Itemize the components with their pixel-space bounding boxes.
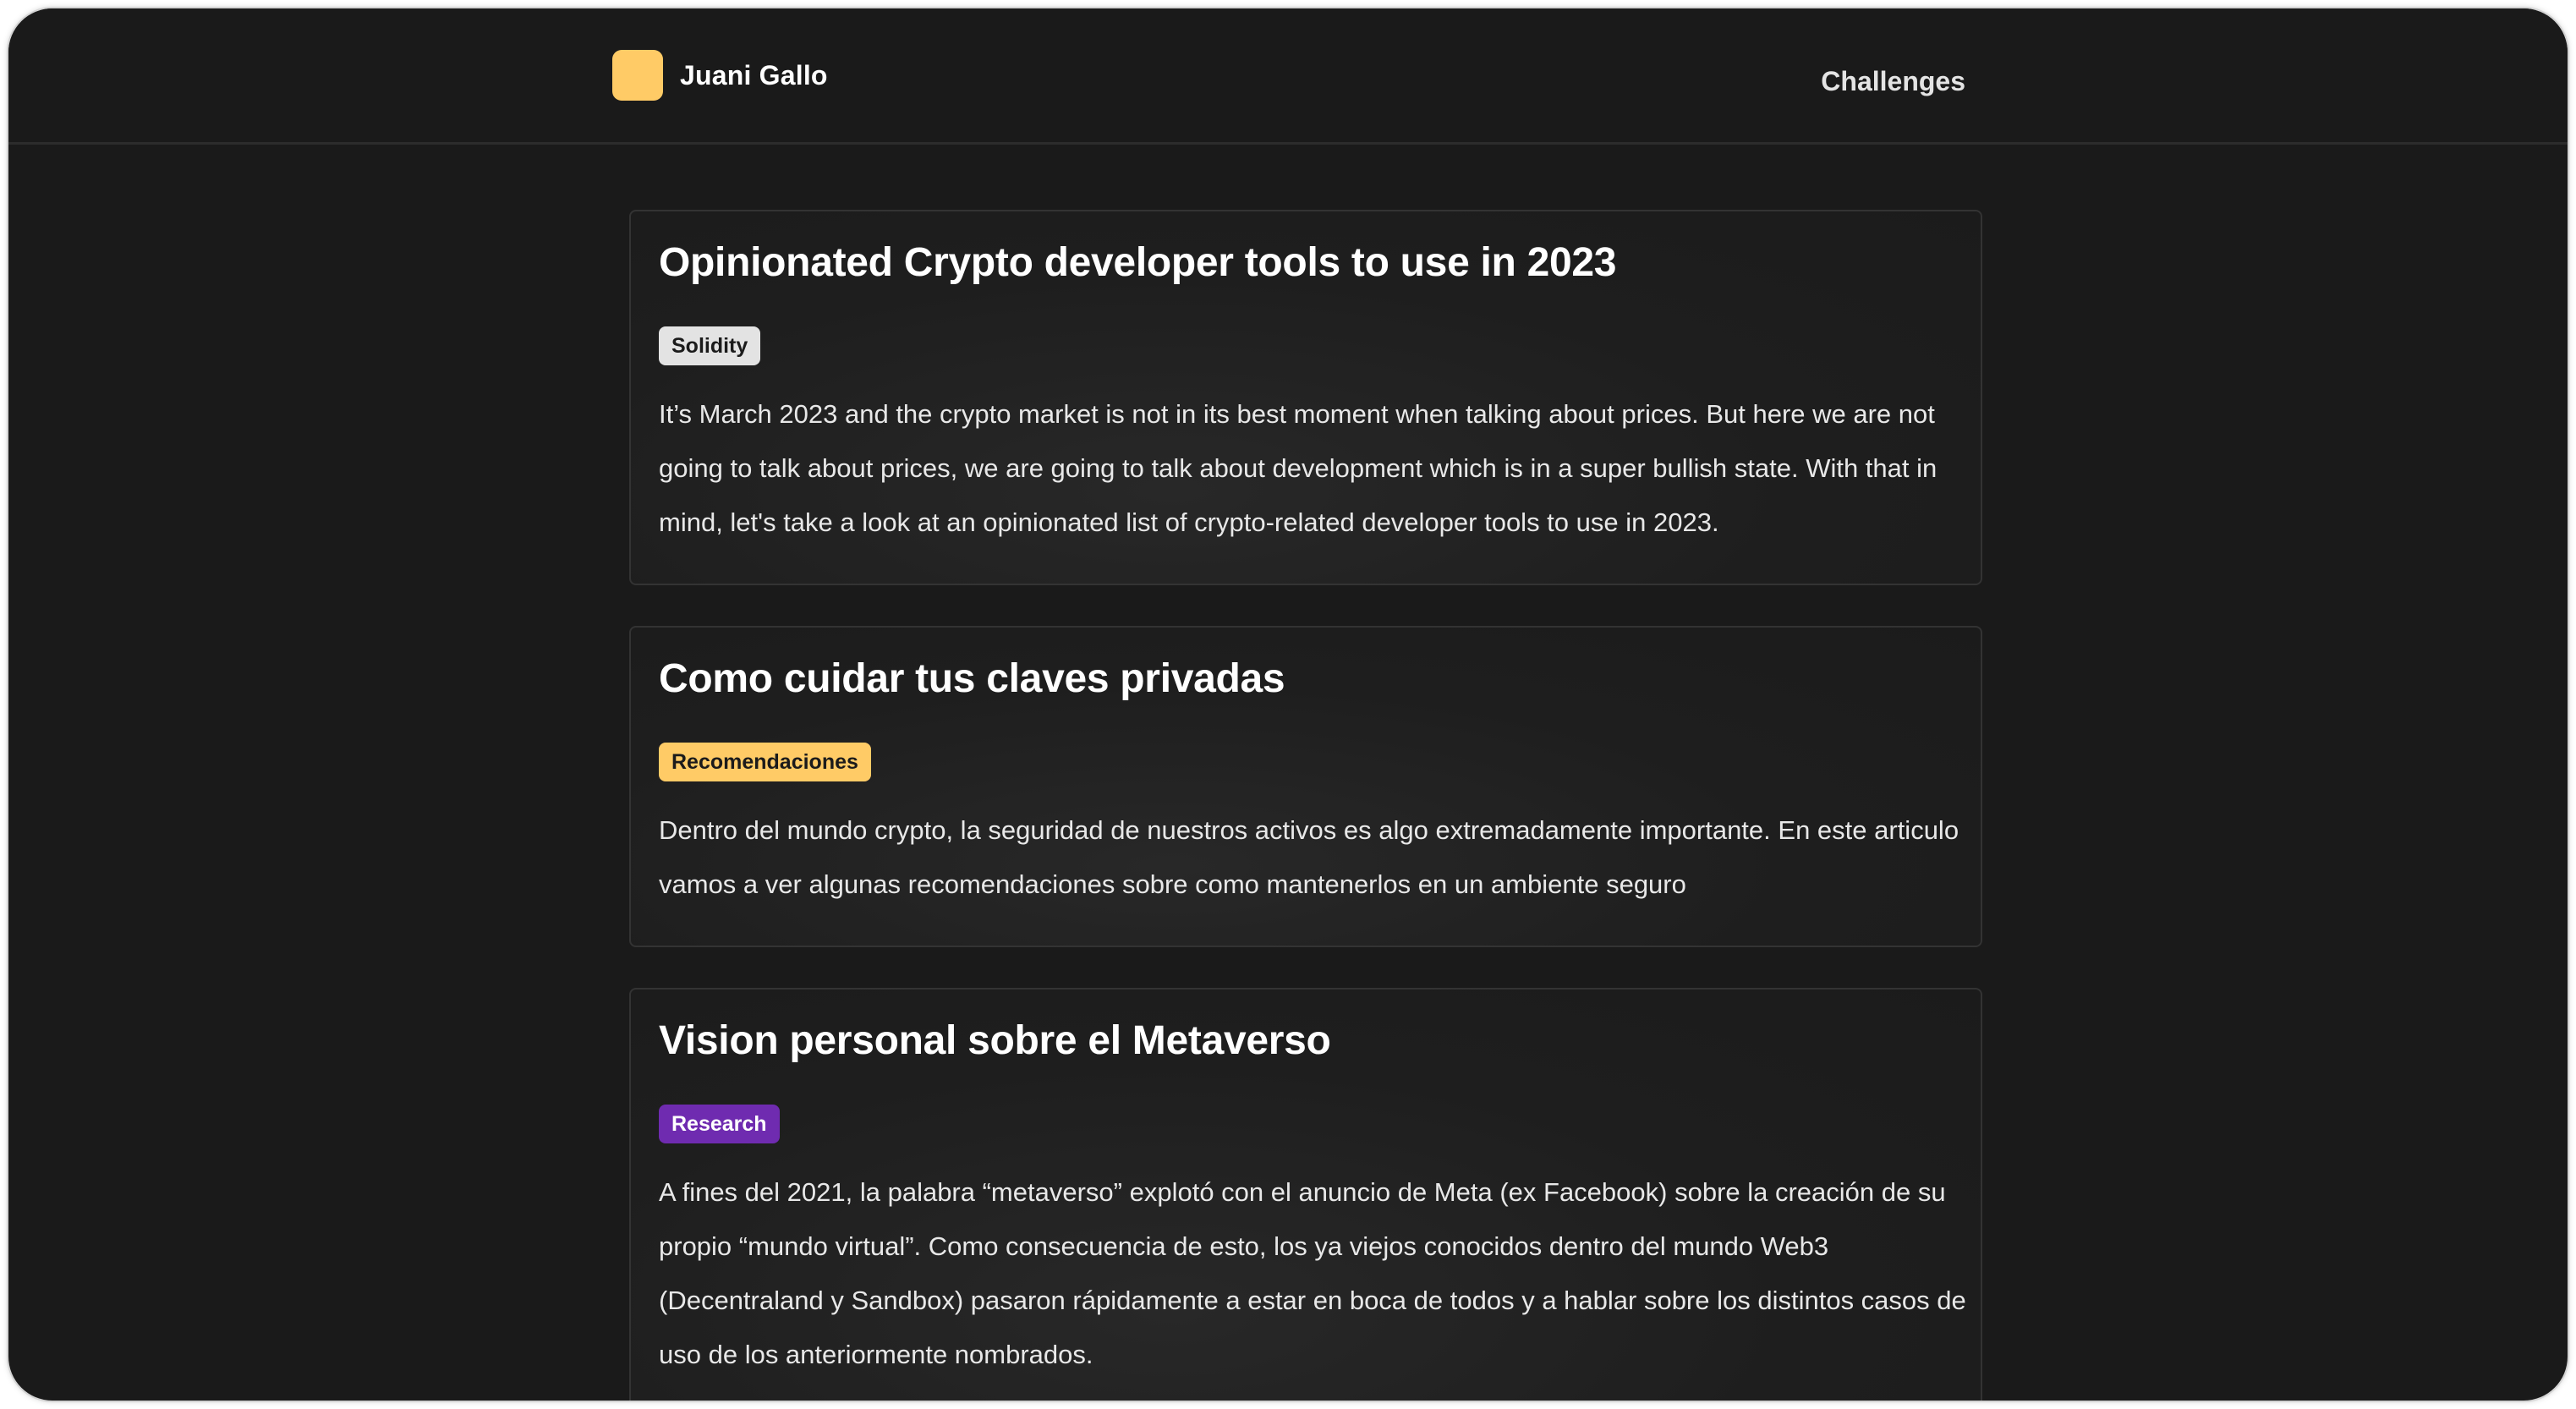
post-title[interactable]: Opinionated Crypto developer tools to us…: [659, 235, 1954, 291]
post-excerpt: Dentro del mundo crypto, la seguridad de…: [659, 815, 1959, 899]
post-list: Opinionated Crypto developer tools to us…: [629, 210, 1982, 1401]
post-title[interactable]: Vision personal sobre el Metaverso: [659, 1013, 1954, 1069]
top-navigation: Juani Gallo Challenges: [8, 8, 2568, 145]
brand-logo-icon: [612, 50, 663, 101]
post-tag: Solidity: [659, 326, 761, 365]
nav-link-challenges[interactable]: Challenges: [1821, 66, 1965, 97]
brand-name: Juani Gallo: [680, 59, 828, 90]
post-card[interactable]: Como cuidar tus claves privadas Recomend…: [629, 626, 1982, 947]
brand-home-link[interactable]: Juani Gallo: [612, 50, 828, 101]
browser-viewport: Juani Gallo Challenges Opinionated Crypt…: [8, 8, 2568, 1401]
post-title[interactable]: Como cuidar tus claves privadas: [659, 651, 1954, 707]
post-tag: Recomendaciones: [659, 743, 871, 781]
post-card[interactable]: Vision personal sobre el Metaverso Resea…: [629, 988, 1982, 1401]
post-excerpt: It’s March 2023 and the crypto market is…: [659, 399, 1937, 537]
post-card[interactable]: Opinionated Crypto developer tools to us…: [629, 210, 1982, 585]
post-excerpt: A fines del 2021, la palabra “metaverso”…: [659, 1177, 1966, 1369]
post-tag: Research: [659, 1105, 780, 1143]
